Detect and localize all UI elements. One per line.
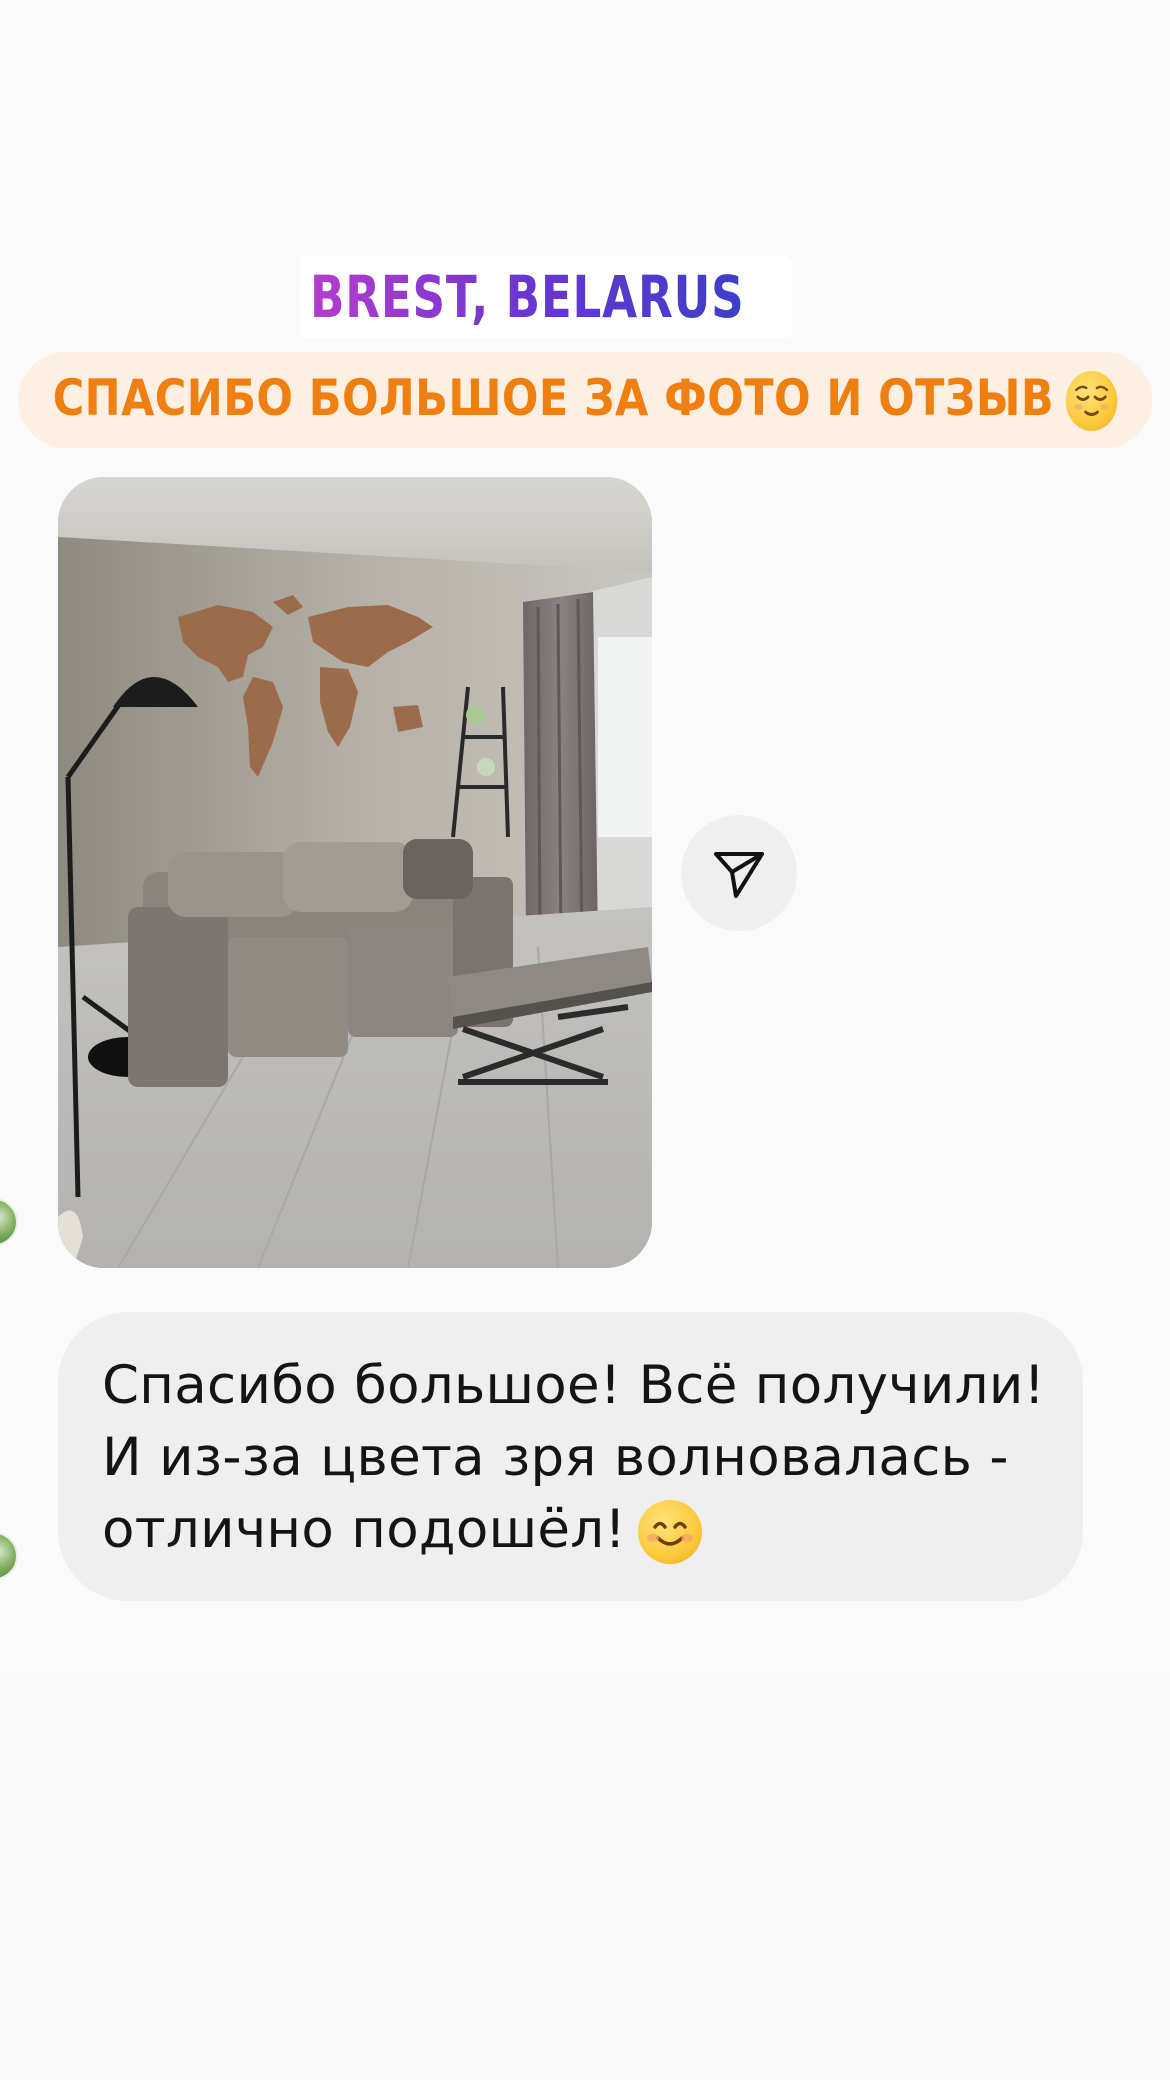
share-button[interactable] (681, 815, 797, 931)
relieved-face-emoji (1065, 371, 1118, 432)
message-line: И из-за цвета зря волновалась - (102, 1427, 1009, 1488)
location-sticker[interactable]: BREST, BELARUS (300, 256, 792, 338)
message-line-with-emoji: отлично подошёл! (102, 1494, 1039, 1566)
living-room-photo (58, 477, 652, 1268)
message-line: Спасибо большое! Всё получили! (102, 1355, 1046, 1416)
thanks-text: СПАСИБО БОЛЬШОЕ ЗА ФОТО И ОТЗЫВ (52, 368, 1118, 432)
location-label: BREST, BELARUS (309, 263, 744, 331)
shared-photo[interactable] (58, 477, 652, 1268)
paper-plane-icon (714, 852, 764, 898)
smiling-face-emoji (638, 1500, 703, 1565)
message-bubble[interactable]: Спасибо большое! Всё получили! И из-за ц… (58, 1312, 1083, 1601)
thanks-sticker: СПАСИБО БОЛЬШОЕ ЗА ФОТО И ОТЗЫВ (18, 352, 1152, 448)
bottom-area (0, 1675, 1170, 2080)
message-line-text: отлично подошёл! (102, 1499, 627, 1560)
thanks-label: СПАСИБО БОЛЬШОЕ ЗА ФОТО И ОТЗЫВ (52, 368, 1054, 427)
